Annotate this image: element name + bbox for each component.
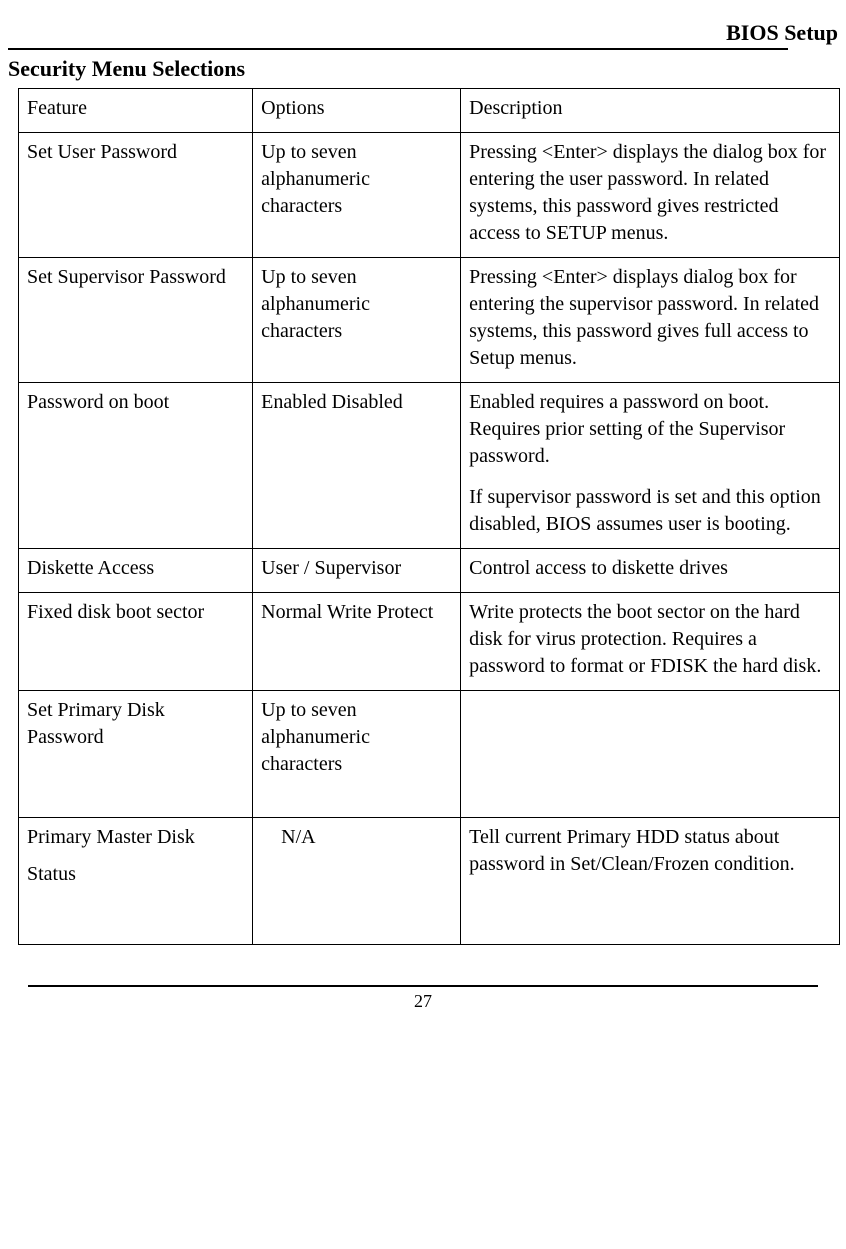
col-header-description: Description [461, 89, 840, 133]
cell-feature: Set Primary Disk Password [19, 691, 253, 818]
col-header-feature: Feature [19, 89, 253, 133]
security-menu-table: Feature Options Description Set User Pas… [18, 88, 840, 945]
cell-description: Enabled requires a password on boot. Req… [461, 383, 840, 549]
table-header-row: Feature Options Description [19, 89, 840, 133]
desc-para-2: If supervisor password is set and this o… [469, 484, 831, 538]
cell-description: Write protects the boot sector on the ha… [461, 593, 840, 691]
page-header: BIOS Setup [8, 20, 838, 46]
table-row: Set Primary Disk Password Up to seven al… [19, 691, 840, 818]
table-row: Password on boot Enabled Disabled Enable… [19, 383, 840, 549]
cell-description: Control access to diskette drives [461, 549, 840, 593]
table-row: Set Supervisor Password Up to seven alph… [19, 258, 840, 383]
cell-options: Enabled Disabled [253, 383, 461, 549]
cell-description: Pressing <Enter> displays dialog box for… [461, 258, 840, 383]
feature-line-2: Status [27, 861, 244, 888]
cell-feature: Password on boot [19, 383, 253, 549]
table-row: Primary Master Disk Status N/A Tell curr… [19, 818, 840, 945]
cell-description: Tell current Primary HDD status about pa… [461, 818, 840, 945]
col-header-options: Options [253, 89, 461, 133]
feature-line-1: Primary Master Disk [27, 824, 244, 851]
cell-options: Up to seven alphanumeric characters [253, 258, 461, 383]
section-title: Security Menu Selections [8, 56, 838, 82]
cell-description: Pressing <Enter> displays the dialog box… [461, 133, 840, 258]
cell-feature: Set User Password [19, 133, 253, 258]
cell-options: Up to seven alphanumeric characters [253, 133, 461, 258]
cell-feature: Fixed disk boot sector [19, 593, 253, 691]
cell-feature: Primary Master Disk Status [19, 818, 253, 945]
table-row: Fixed disk boot sector Normal Write Prot… [19, 593, 840, 691]
table-row: Diskette Access User / Supervisor Contro… [19, 549, 840, 593]
table-row: Set User Password Up to seven alphanumer… [19, 133, 840, 258]
page-footer: 27 [8, 985, 838, 1012]
header-rule [8, 48, 788, 50]
page-number: 27 [8, 991, 838, 1012]
cell-options: Normal Write Protect [253, 593, 461, 691]
desc-para-1: Enabled requires a password on boot. Req… [469, 389, 831, 470]
cell-options: Up to seven alphanumeric characters [253, 691, 461, 818]
cell-options: User / Supervisor [253, 549, 461, 593]
footer-rule [28, 985, 818, 987]
cell-feature: Set Supervisor Password [19, 258, 253, 383]
cell-feature: Diskette Access [19, 549, 253, 593]
cell-options: N/A [253, 818, 461, 945]
cell-description [461, 691, 840, 818]
